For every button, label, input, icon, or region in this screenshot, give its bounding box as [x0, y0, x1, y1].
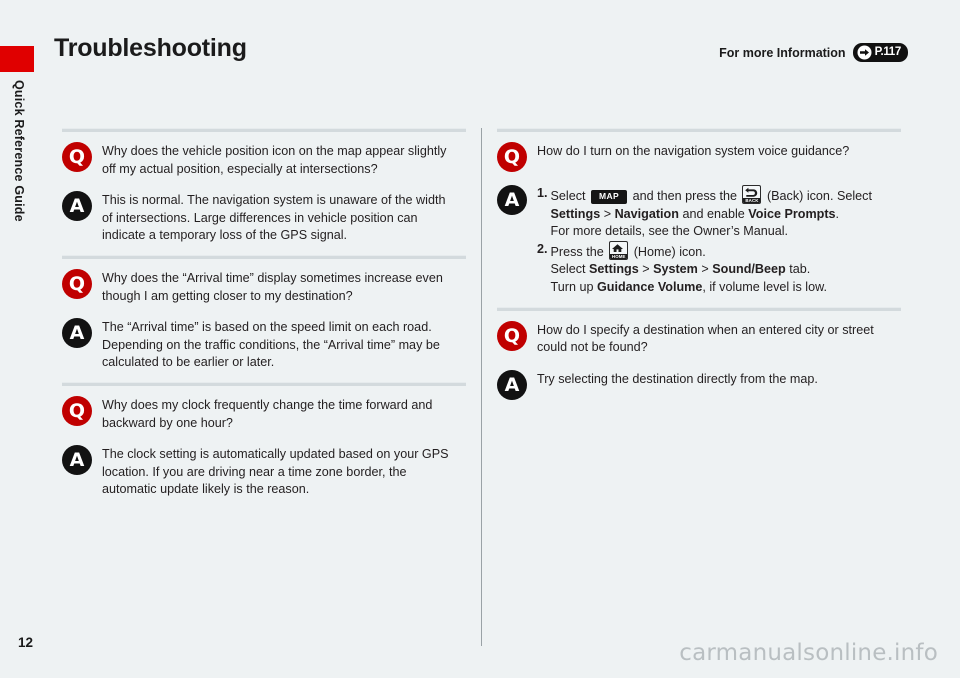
question-text: Why does the “Arrival time” display some… — [102, 270, 443, 303]
question-badge-icon: Q — [497, 142, 527, 172]
step-text: . — [835, 206, 840, 221]
question-badge-icon: Q — [62, 395, 92, 426]
column-divider — [481, 128, 482, 646]
step-text: Turn up — [550, 279, 597, 294]
answer-text: Try selecting the destination directly f… — [537, 371, 818, 386]
step-emphasis: Settings — [589, 262, 639, 277]
page-number: 12 — [18, 635, 34, 650]
step-text: > — [697, 262, 713, 277]
divider — [62, 128, 466, 132]
answer-row: A Try selecting the destination directly… — [497, 369, 901, 400]
page-reference-text: P.117 — [874, 45, 902, 58]
answer-row: A 1. Select MAP and then press the BACK … — [497, 184, 901, 297]
back-key-icon[interactable]: BACK — [742, 185, 762, 204]
step-text: and then press the — [632, 189, 737, 203]
step-item: 1. Select MAP and then press the BACK (B… — [537, 185, 872, 241]
divider — [62, 254, 466, 259]
watermark: carmanualsonline.info — [679, 640, 938, 666]
step-text: (Home) icon. — [633, 244, 706, 259]
qa-block: Q Why does the vehicle position icon on … — [62, 128, 466, 245]
qa-block: Q How do I turn on the navigation system… — [497, 128, 901, 297]
step-emphasis: System — [653, 262, 698, 277]
answer-text: The clock setting is automatically updat… — [102, 447, 449, 497]
step-emphasis: Voice Prompts — [748, 206, 836, 221]
page-title: Troubleshooting — [54, 34, 247, 62]
step-emphasis: Navigation — [614, 206, 679, 221]
for-more-information: For more Information P.117 — [719, 43, 908, 62]
section-tab-marker — [0, 46, 34, 72]
content-columns: Q Why does the vehicle position icon on … — [0, 128, 960, 646]
step-body: Select MAP and then press the BACK (Back… — [551, 185, 872, 241]
step-number: 2. — [537, 241, 548, 256]
home-key-icon[interactable]: HOME — [609, 240, 629, 260]
step-text: Select — [550, 189, 586, 203]
divider — [497, 306, 901, 311]
map-key-icon[interactable]: MAP — [591, 190, 628, 204]
qa-block: Q Why does my clock frequently change th… — [62, 381, 466, 499]
qa-block: Q How do I specify a destination when an… — [497, 306, 901, 400]
right-column: Q How do I turn on the navigation system… — [497, 128, 901, 410]
question-text: How do I turn on the navigation system v… — [537, 144, 850, 158]
answer-badge-icon: A — [497, 185, 527, 215]
question-row: Q How do I specify a destination when an… — [497, 320, 901, 357]
page-reference-badge[interactable]: P.117 — [852, 43, 908, 62]
step-text: Select — [550, 262, 590, 277]
question-badge-icon: Q — [62, 268, 92, 299]
step-body: Press the HOME (Home) icon. Select Setti… — [550, 240, 827, 297]
answer-badge-icon: A — [62, 318, 92, 349]
home-key-caption: HOME — [610, 253, 628, 259]
answer-row: A The “Arrival time” is based on the spe… — [62, 317, 466, 372]
question-text: Why does the vehicle position icon on th… — [102, 144, 447, 176]
divider — [62, 381, 466, 386]
question-row: Q Why does the vehicle position icon on … — [62, 141, 466, 178]
step-text: and enable — [678, 206, 749, 221]
arrow-right-icon — [857, 45, 872, 60]
question-badge-icon: Q — [62, 142, 92, 172]
step-text: Press the — [550, 244, 604, 259]
step-text: (Back) icon. Select — [766, 189, 872, 203]
step-number: 1. — [537, 186, 548, 200]
question-text: How do I specify a destination when an e… — [537, 322, 874, 355]
step-text: tab. — [785, 262, 811, 277]
step-emphasis: Guidance Volume — [596, 279, 703, 294]
left-column: Q Why does the vehicle position icon on … — [62, 128, 466, 509]
for-more-information-label: For more Information — [719, 45, 846, 60]
step-item: 2. Press the HOME (Home) icon. Select Se… — [537, 240, 872, 297]
step-emphasis: Sound/Beep — [712, 262, 786, 277]
question-badge-icon: Q — [497, 320, 527, 351]
answer-row: A The clock setting is automatically upd… — [62, 444, 466, 499]
answer-steps: 1. Select MAP and then press the BACK (B… — [537, 184, 872, 297]
step-text: > — [638, 262, 654, 277]
step-emphasis: Settings — [550, 206, 601, 221]
back-key-caption: BACK — [743, 197, 761, 203]
answer-text: The “Arrival time” is based on the speed… — [102, 320, 440, 370]
answer-row: A This is normal. The navigation system … — [62, 190, 466, 245]
answer-badge-icon: A — [497, 369, 527, 400]
step-text: > — [600, 206, 615, 221]
divider — [497, 128, 901, 132]
question-text: Why does my clock frequently change the … — [102, 397, 433, 430]
step-text: For more details, see the Owner’s Manual… — [550, 224, 789, 239]
qa-block: Q Why does the “Arrival time” display so… — [62, 254, 466, 372]
answer-badge-icon: A — [62, 191, 92, 222]
step-text: , if volume level is low. — [702, 279, 827, 294]
answer-badge-icon: A — [62, 445, 92, 476]
question-row: Q Why does my clock frequently change th… — [62, 395, 466, 432]
question-row: Q Why does the “Arrival time” display so… — [62, 268, 466, 305]
question-row: Q How do I turn on the navigation system… — [497, 141, 901, 172]
answer-text: This is normal. The navigation system is… — [102, 193, 446, 243]
